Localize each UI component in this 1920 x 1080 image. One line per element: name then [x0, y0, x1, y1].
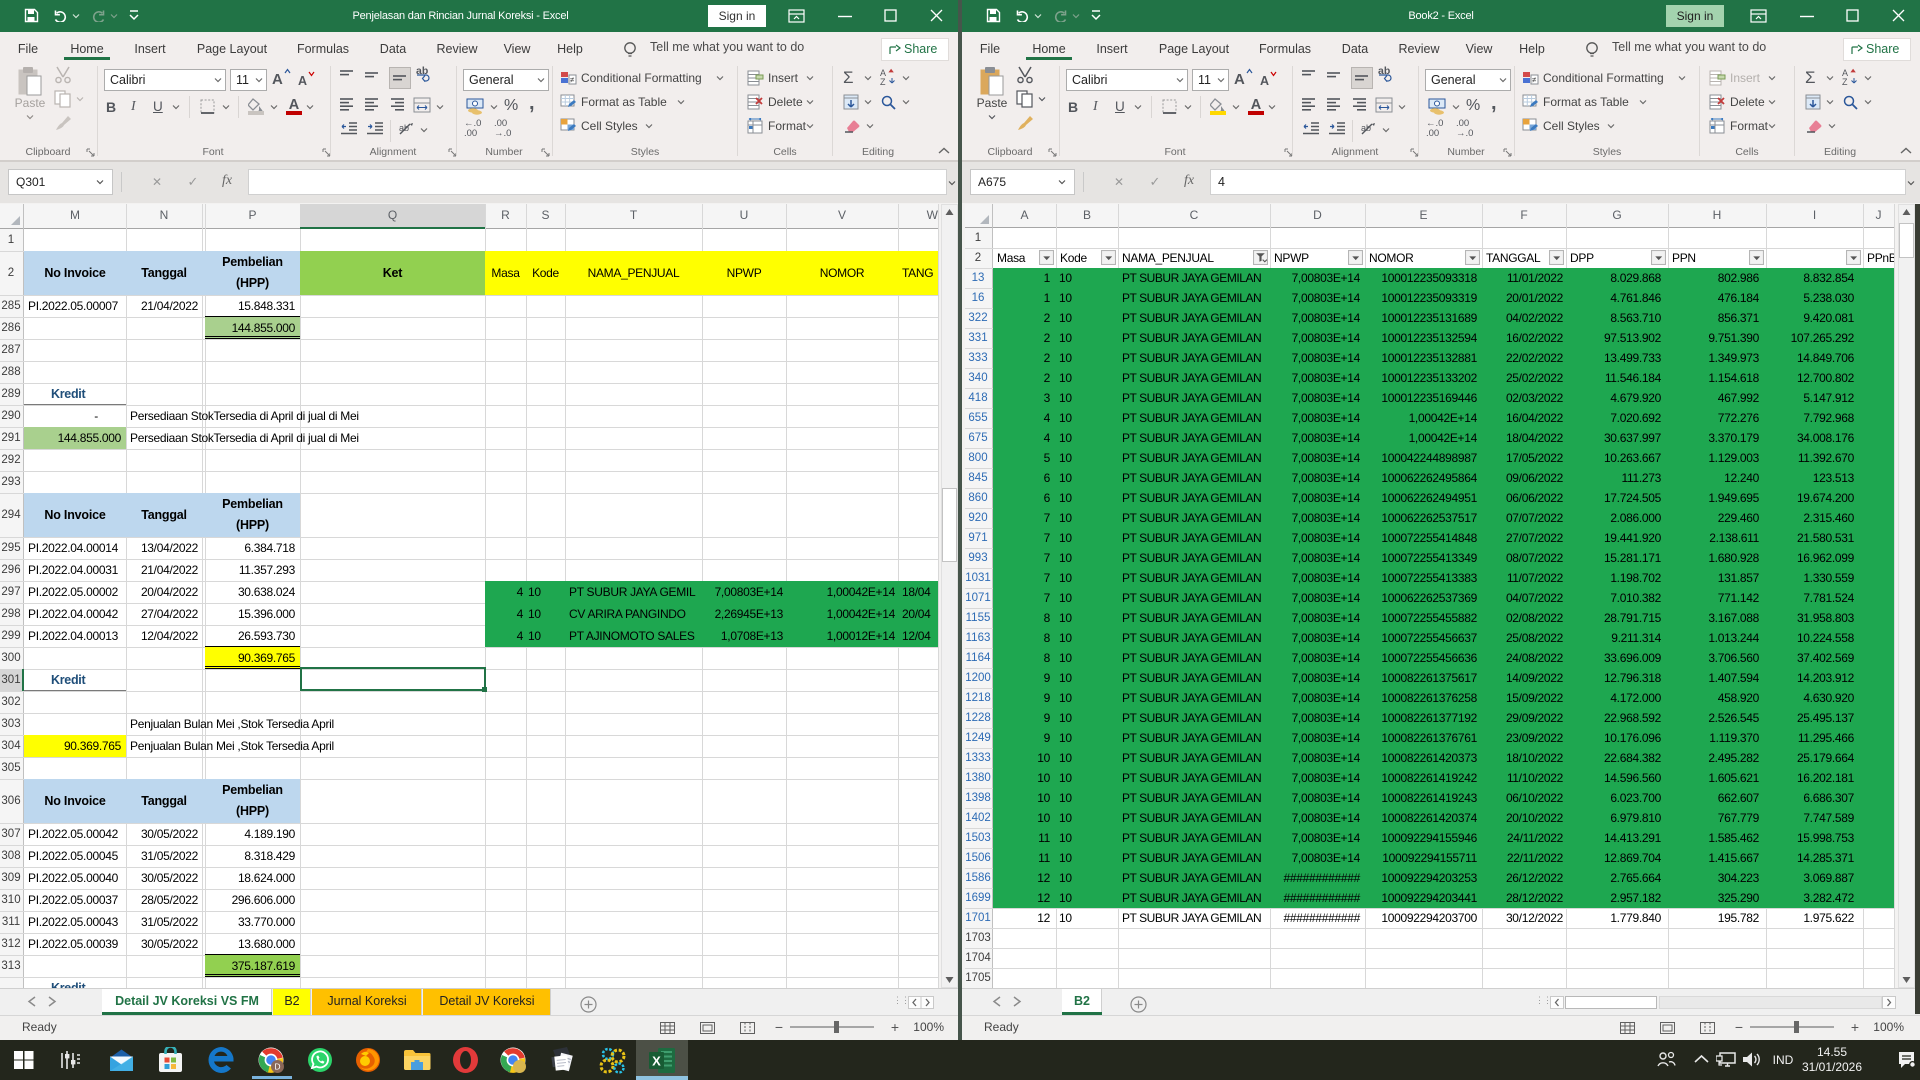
svg-text:≠: ≠ [570, 76, 575, 85]
svg-text:≠: ≠ [1532, 76, 1537, 85]
svg-text:Z: Z [1842, 77, 1848, 86]
svg-text:X: X [652, 1054, 661, 1069]
svg-text:ab: ab [399, 123, 409, 133]
svg-text:Z: Z [880, 77, 886, 86]
svg-text:ab: ab [1361, 123, 1371, 133]
svg-text:D: D [274, 1062, 280, 1072]
